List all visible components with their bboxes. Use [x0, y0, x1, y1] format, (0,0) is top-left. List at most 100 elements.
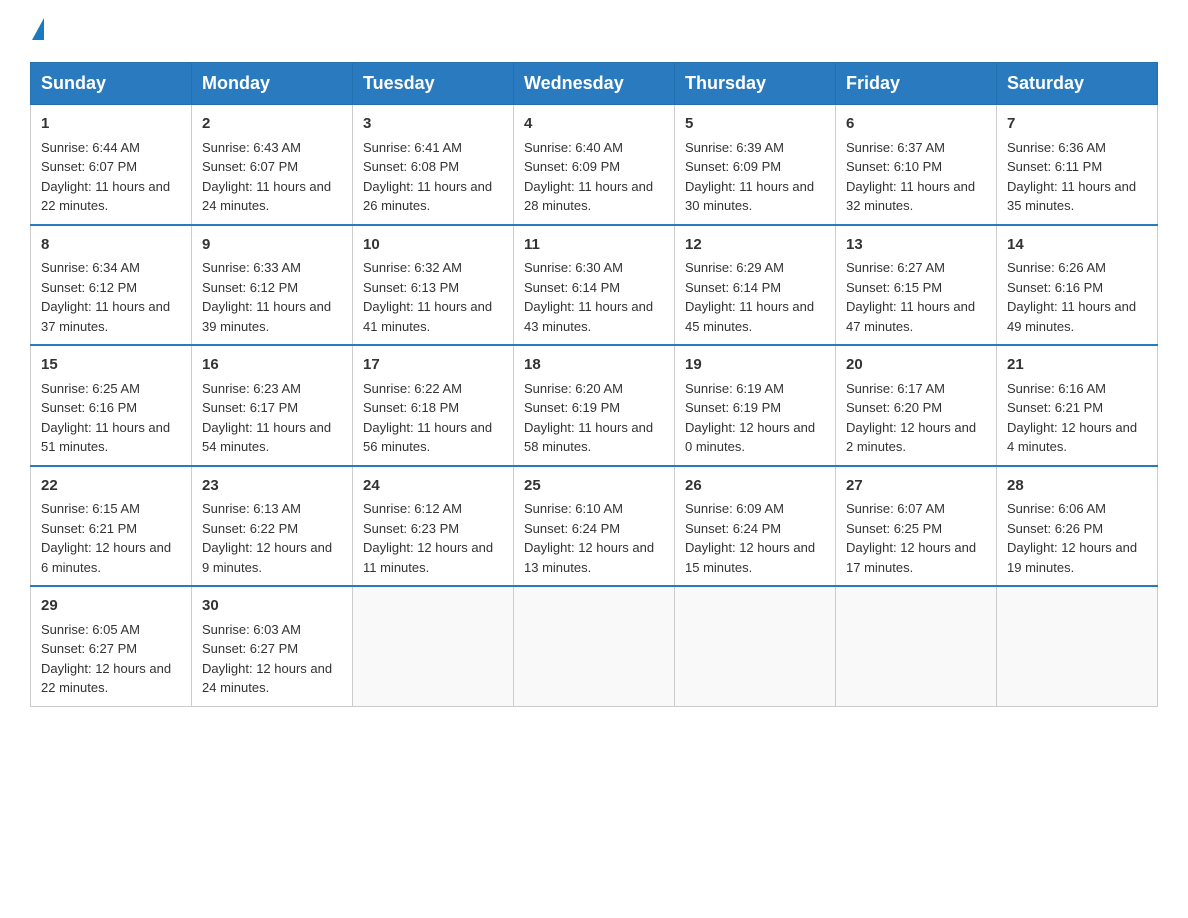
day-number: 23	[202, 475, 342, 498]
daylight-text: Daylight: 11 hours and 28 minutes.	[524, 179, 653, 214]
daylight-text: Daylight: 12 hours and 22 minutes.	[41, 661, 171, 696]
daylight-text: Daylight: 11 hours and 39 minutes.	[202, 299, 331, 334]
sunset-text: Sunset: 6:18 PM	[363, 400, 459, 415]
sunrise-text: Sunrise: 6:40 AM	[524, 140, 623, 155]
day-number: 26	[685, 475, 825, 498]
day-number: 1	[41, 113, 181, 136]
calendar-cell: 18Sunrise: 6:20 AMSunset: 6:19 PMDayligh…	[514, 345, 675, 466]
calendar-week-row: 29 Sunrise: 6:05 AM Sunset: 6:27 PM Dayligh…	[31, 586, 1158, 706]
daylight-text: Daylight: 11 hours and 26 minutes.	[363, 179, 492, 214]
daylight-text: Daylight: 11 hours and 30 minutes.	[685, 179, 814, 214]
sunrise-text: Sunrise: 6:12 AM	[363, 501, 462, 516]
calendar-cell: 5Sunrise: 6:39 AMSunset: 6:09 PMDaylight…	[675, 105, 836, 225]
calendar-cell	[997, 586, 1158, 706]
day-number: 20	[846, 354, 986, 377]
sunrise-text: Sunrise: 6:26 AM	[1007, 260, 1106, 275]
sunset-text: Sunset: 6:10 PM	[846, 159, 942, 174]
col-header-tuesday: Tuesday	[353, 63, 514, 105]
daylight-text: Daylight: 11 hours and 32 minutes.	[846, 179, 975, 214]
day-number: 21	[1007, 354, 1147, 377]
sunset-text: Sunset: 6:09 PM	[524, 159, 620, 174]
calendar-week-row: 1 Sunrise: 6:44 AM Sunset: 6:07 PM Daylight…	[31, 105, 1158, 225]
calendar-cell: 19Sunrise: 6:19 AMSunset: 6:19 PMDayligh…	[675, 345, 836, 466]
sunrise-text: Sunrise: 6:06 AM	[1007, 501, 1106, 516]
sunrise-text: Sunrise: 6:22 AM	[363, 381, 462, 396]
sunset-text: Sunset: 6:26 PM	[1007, 521, 1103, 536]
day-number: 29	[41, 595, 181, 618]
sunset-text: Sunset: 6:23 PM	[363, 521, 459, 536]
day-number: 5	[685, 113, 825, 136]
day-number: 9	[202, 234, 342, 257]
col-header-saturday: Saturday	[997, 63, 1158, 105]
sunrise-text: Sunrise: 6:17 AM	[846, 381, 945, 396]
sunset-text: Sunset: 6:20 PM	[846, 400, 942, 415]
sunset-text: Sunset: 6:27 PM	[41, 641, 137, 656]
daylight-text: Daylight: 12 hours and 2 minutes.	[846, 420, 976, 455]
col-header-sunday: Sunday	[31, 63, 192, 105]
calendar-cell	[675, 586, 836, 706]
sunset-text: Sunset: 6:24 PM	[524, 521, 620, 536]
calendar-cell	[353, 586, 514, 706]
day-number: 25	[524, 475, 664, 498]
sunrise-text: Sunrise: 6:36 AM	[1007, 140, 1106, 155]
day-number: 18	[524, 354, 664, 377]
sunset-text: Sunset: 6:13 PM	[363, 280, 459, 295]
sunset-text: Sunset: 6:07 PM	[41, 159, 137, 174]
daylight-text: Daylight: 11 hours and 56 minutes.	[363, 420, 492, 455]
sunrise-text: Sunrise: 6:20 AM	[524, 381, 623, 396]
sunrise-text: Sunrise: 6:13 AM	[202, 501, 301, 516]
sunrise-text: Sunrise: 6:23 AM	[202, 381, 301, 396]
day-number: 7	[1007, 113, 1147, 136]
sunset-text: Sunset: 6:21 PM	[41, 521, 137, 536]
calendar-table: SundayMondayTuesdayWednesdayThursdayFrid…	[30, 62, 1158, 707]
calendar-cell: 28Sunrise: 6:06 AMSunset: 6:26 PMDayligh…	[997, 466, 1158, 587]
sunrise-text: Sunrise: 6:25 AM	[41, 381, 140, 396]
calendar-cell: 2Sunrise: 6:43 AMSunset: 6:07 PMDaylight…	[192, 105, 353, 225]
day-number: 14	[1007, 234, 1147, 257]
calendar-cell: 22Sunrise: 6:15 AMSunset: 6:21 PMDayligh…	[31, 466, 192, 587]
sunset-text: Sunset: 6:12 PM	[202, 280, 298, 295]
day-number: 10	[363, 234, 503, 257]
calendar-cell: 3Sunrise: 6:41 AMSunset: 6:08 PMDaylight…	[353, 105, 514, 225]
sunrise-text: Sunrise: 6:43 AM	[202, 140, 301, 155]
calendar-cell: 16Sunrise: 6:23 AMSunset: 6:17 PMDayligh…	[192, 345, 353, 466]
sunrise-text: Sunrise: 6:44 AM	[41, 140, 140, 155]
sunset-text: Sunset: 6:27 PM	[202, 641, 298, 656]
calendar-cell: 29 Sunrise: 6:05 AM Sunset: 6:27 PM Dayligh…	[31, 586, 192, 706]
logo-triangle-icon	[32, 18, 44, 40]
day-number: 6	[846, 113, 986, 136]
calendar-cell: 24Sunrise: 6:12 AMSunset: 6:23 PMDayligh…	[353, 466, 514, 587]
calendar-cell: 23Sunrise: 6:13 AMSunset: 6:22 PMDayligh…	[192, 466, 353, 587]
day-number: 3	[363, 113, 503, 136]
daylight-text: Daylight: 12 hours and 13 minutes.	[524, 540, 654, 575]
day-number: 2	[202, 113, 342, 136]
sunrise-text: Sunrise: 6:37 AM	[846, 140, 945, 155]
calendar-cell: 14Sunrise: 6:26 AMSunset: 6:16 PMDayligh…	[997, 225, 1158, 346]
sunset-text: Sunset: 6:19 PM	[685, 400, 781, 415]
daylight-text: Daylight: 11 hours and 35 minutes.	[1007, 179, 1136, 214]
calendar-cell	[836, 586, 997, 706]
sunrise-text: Sunrise: 6:05 AM	[41, 622, 140, 637]
sunrise-text: Sunrise: 6:19 AM	[685, 381, 784, 396]
calendar-cell: 21Sunrise: 6:16 AMSunset: 6:21 PMDayligh…	[997, 345, 1158, 466]
sunrise-text: Sunrise: 6:07 AM	[846, 501, 945, 516]
col-header-thursday: Thursday	[675, 63, 836, 105]
day-number: 11	[524, 234, 664, 257]
day-number: 28	[1007, 475, 1147, 498]
daylight-text: Daylight: 11 hours and 37 minutes.	[41, 299, 170, 334]
day-number: 27	[846, 475, 986, 498]
calendar-cell: 4Sunrise: 6:40 AMSunset: 6:09 PMDaylight…	[514, 105, 675, 225]
sunset-text: Sunset: 6:24 PM	[685, 521, 781, 536]
day-number: 15	[41, 354, 181, 377]
calendar-cell: 30Sunrise: 6:03 AMSunset: 6:27 PMDayligh…	[192, 586, 353, 706]
sunrise-text: Sunrise: 6:34 AM	[41, 260, 140, 275]
calendar-cell	[514, 586, 675, 706]
daylight-text: Daylight: 12 hours and 15 minutes.	[685, 540, 815, 575]
daylight-text: Daylight: 12 hours and 4 minutes.	[1007, 420, 1137, 455]
calendar-cell: 25Sunrise: 6:10 AMSunset: 6:24 PMDayligh…	[514, 466, 675, 587]
day-number: 8	[41, 234, 181, 257]
daylight-text: Daylight: 12 hours and 0 minutes.	[685, 420, 815, 455]
calendar-week-row: 15Sunrise: 6:25 AMSunset: 6:16 PMDayligh…	[31, 345, 1158, 466]
calendar-cell: 12Sunrise: 6:29 AMSunset: 6:14 PMDayligh…	[675, 225, 836, 346]
day-number: 30	[202, 595, 342, 618]
